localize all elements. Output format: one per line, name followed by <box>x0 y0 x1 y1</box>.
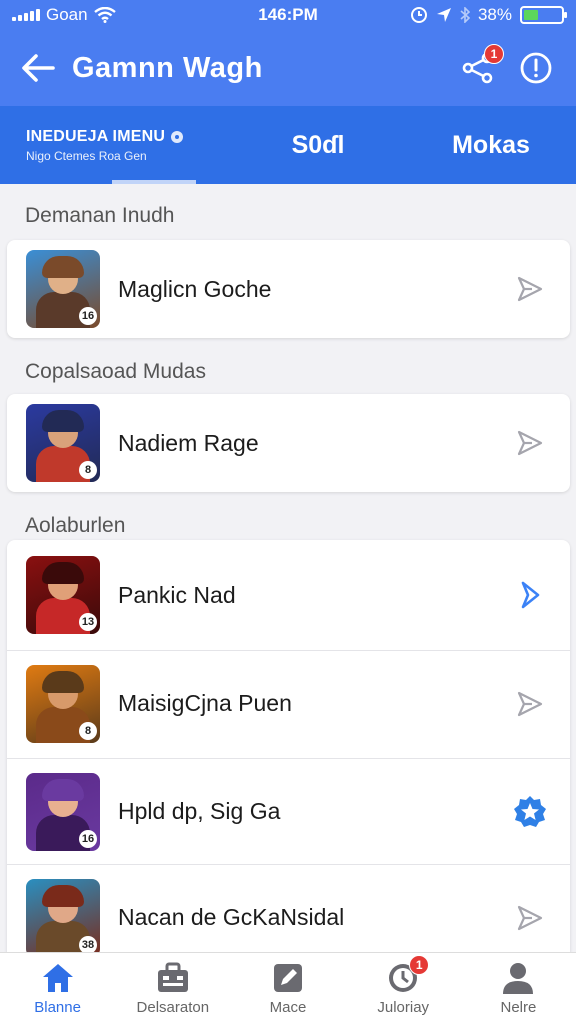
tab-menu-subtitle: Nigo Ctemes Roa Gen <box>26 148 147 163</box>
nav-item-home[interactable]: Blanne <box>0 953 115 1024</box>
info-dot-icon <box>171 130 184 143</box>
game-list: Demanan Inudh 16 Maglicn Goche Copalsaoad… <box>0 184 576 952</box>
game-icon-hair <box>42 884 84 907</box>
game-icon-hair <box>42 410 84 432</box>
send-icon[interactable] <box>510 423 550 463</box>
game-title: MaisigCjna Puen <box>118 690 292 716</box>
nav-item-briefcase[interactable]: Delsaraton <box>115 953 230 1024</box>
home-icon <box>40 961 76 995</box>
info-button[interactable] <box>514 46 558 90</box>
nav-label: Nelre <box>500 999 537 1016</box>
section-card: 16 Maglicn Goche <box>7 240 570 338</box>
level-badge: 13 <box>79 613 97 631</box>
game-icon: 38 <box>26 878 100 952</box>
game-row[interactable]: 8 Nadiem Rage <box>7 390 570 496</box>
section-header: Aolaburlen <box>25 514 126 537</box>
tab-mokas-label: Mokas <box>452 130 530 159</box>
game-title: Nadiem Rage <box>118 429 259 456</box>
share-button[interactable]: 1 <box>456 44 504 90</box>
nav-item-clock[interactable]: 1 Juloriay <box>346 953 461 1024</box>
level-badge: 8 <box>79 721 97 740</box>
wifi-icon <box>93 7 116 23</box>
game-row[interactable]: 8 MaisigCjna Puen <box>7 650 570 756</box>
notification-badge: 1 <box>484 44 504 64</box>
edit-icon <box>270 961 306 995</box>
game-row[interactable]: 13 Pankic Nad <box>7 542 570 648</box>
game-icon-hair <box>42 670 84 693</box>
game-icon: 16 <box>26 250 100 328</box>
person-icon <box>500 961 536 995</box>
game-title: Maglicn Goche <box>118 275 272 302</box>
level-badge: 16 <box>79 307 97 325</box>
bottom-nav: Blanne Delsaraton Mace 1 Juloriay Nelre <box>0 952 576 1024</box>
game-row[interactable]: 16 Hpld dp, Sig Ga <box>7 758 570 864</box>
battery-level <box>524 10 538 20</box>
signal-icon <box>12 9 40 21</box>
arrow-left-icon <box>22 54 55 82</box>
game-row[interactable]: 38 Nacan de GcKaNsidal <box>7 864 570 952</box>
nav-label: Mace <box>269 999 307 1016</box>
status-bar: Goan 146:PM 38% <box>0 0 576 30</box>
game-title: Nacan de GcKaNsidal <box>118 904 345 930</box>
app-bar: Gamnn Wagh 1 <box>0 30 576 106</box>
send-icon[interactable] <box>510 684 550 724</box>
back-button[interactable] <box>18 48 58 88</box>
send-icon[interactable] <box>510 269 550 309</box>
section-card: 8 Nadiem Rage <box>7 394 570 492</box>
nav-item-person[interactable]: Nelre <box>461 953 576 1024</box>
star-badge-icon[interactable] <box>510 792 550 832</box>
game-icon: 13 <box>26 556 100 634</box>
nav-item-edit[interactable]: Mace <box>230 953 345 1024</box>
section-header: Demanan Inudh <box>25 204 175 227</box>
game-icon: 8 <box>26 664 100 743</box>
game-row[interactable]: 16 Maglicn Goche <box>7 236 570 342</box>
tab-menu-label: INEDUEJA IMENU <box>26 127 166 145</box>
notification-badge: 1 <box>409 955 430 975</box>
nav-label: Blanne <box>34 999 81 1016</box>
clock-icon: 1 <box>385 955 430 995</box>
tab-social-label: S0ɗl <box>291 130 345 159</box>
page-title: Gamnn Wagh <box>72 51 263 84</box>
game-icon-hair <box>42 256 84 278</box>
battery-icon <box>520 6 567 24</box>
chevron-right-icon[interactable] <box>510 575 550 615</box>
tab-menu[interactable]: INEDUEJA IMENU Nigo Ctemes Roa Gen <box>0 106 230 184</box>
tab-bar: INEDUEJA IMENU Nigo Ctemes Roa Gen S0ɗl … <box>0 106 576 184</box>
game-title: Pankic Nad <box>118 581 236 608</box>
level-badge: 16 <box>79 829 97 848</box>
section-header: Copalsaoad Mudas <box>25 360 206 383</box>
nav-label: Delsaraton <box>136 999 210 1016</box>
nav-label: Juloriay <box>377 999 430 1016</box>
bluetooth-icon <box>460 7 470 23</box>
battery-percent: 38% <box>477 5 512 24</box>
level-badge: 38 <box>79 935 97 952</box>
tab-social[interactable]: S0ɗl <box>230 106 406 184</box>
game-icon-hair <box>42 562 84 584</box>
briefcase-icon <box>155 961 191 995</box>
send-icon[interactable] <box>510 898 550 938</box>
level-badge: 8 <box>79 461 97 479</box>
alarm-icon <box>410 7 427 23</box>
alert-circle-icon <box>520 52 552 84</box>
carrier-label: Goan <box>46 5 88 24</box>
tab-mokas[interactable]: Mokas <box>406 106 576 184</box>
game-title: Hpld dp, Sig Ga <box>118 798 281 824</box>
section-card: 13 Pankic Nad 8 MaisigCjna Puen 16 Hpld dp,… <box>7 540 570 952</box>
game-icon: 16 <box>26 772 100 851</box>
location-icon <box>436 8 451 22</box>
game-icon: 8 <box>26 404 100 482</box>
game-icon-hair <box>42 778 84 801</box>
